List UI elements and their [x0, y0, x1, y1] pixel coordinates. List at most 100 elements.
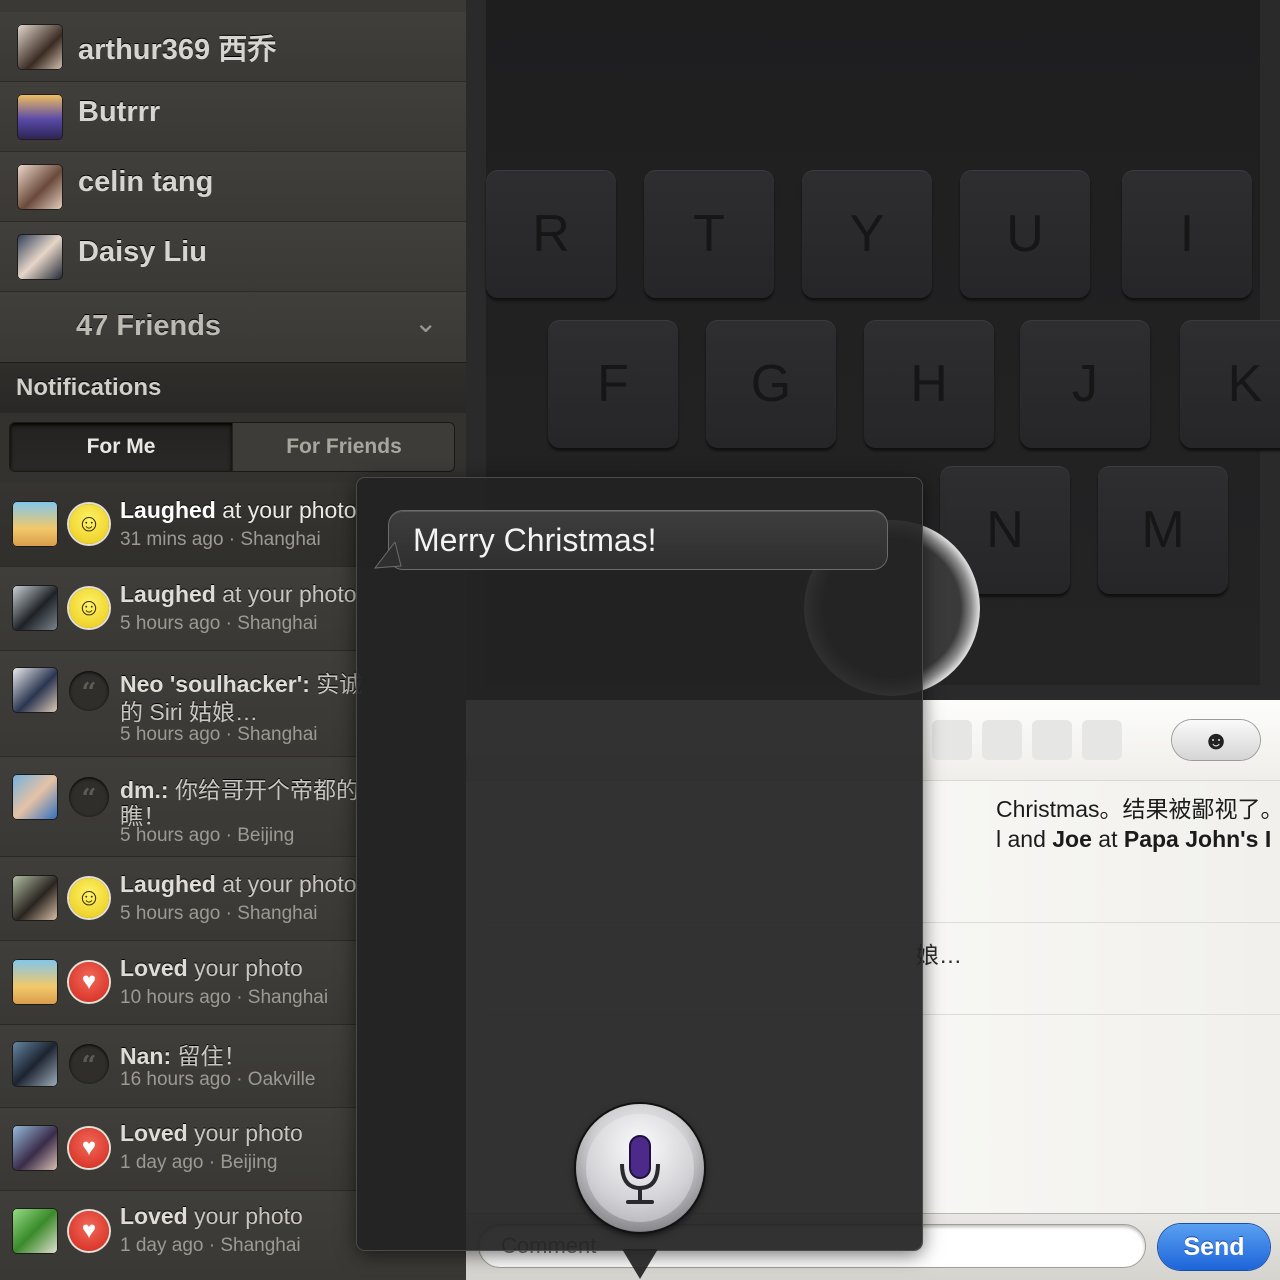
like-avatar [932, 720, 972, 760]
tagged-person[interactable]: Joe [1052, 826, 1092, 852]
avatar [17, 94, 63, 140]
key: M [1098, 466, 1228, 594]
friend-name: Butrrr [78, 96, 161, 128]
avatar [12, 667, 58, 713]
heart-icon: ♥ [69, 1128, 109, 1168]
avatar [12, 875, 58, 921]
comment-tags: l and Joe at Papa John's I [996, 824, 1271, 854]
key: I [1122, 170, 1252, 298]
comment-icon: “ [69, 1044, 109, 1084]
tagged-place[interactable]: Papa John's I [1124, 826, 1271, 852]
notification-text: at your photo [215, 871, 357, 897]
comment-text: 娘… [916, 942, 962, 968]
like-avatar [1082, 720, 1122, 760]
notification-meta: 5 hours ago · Beijing [120, 825, 295, 846]
notification-title: Laughed at your photo [120, 497, 357, 524]
friend-row[interactable]: arthur369 西乔 [0, 12, 466, 82]
notification-meta: 1 day ago · Beijing [120, 1152, 278, 1173]
smiley-icon[interactable]: ☻ [1172, 720, 1260, 760]
avatar [12, 1125, 58, 1171]
friend-row[interactable]: Daisy Liu [0, 222, 466, 292]
laugh-icon: ☺ [69, 878, 109, 918]
notification-title: Laughed at your photo [120, 871, 357, 898]
notification-meta: 10 hours ago · Shanghai [120, 987, 329, 1008]
comment-tag-text: l and [996, 826, 1053, 852]
key: R [486, 170, 616, 298]
notification-text: your photo [187, 1203, 303, 1229]
notifications-header: Notifications [0, 362, 466, 414]
notification-actor: Loved [120, 1120, 188, 1146]
key: U [960, 170, 1090, 298]
comment-icon: “ [69, 777, 109, 817]
heart-icon: ♥ [69, 1211, 109, 1251]
tab-for-friends[interactable]: For Friends [232, 423, 454, 471]
notifications-tab-bar: For Me For Friends [0, 413, 466, 483]
friend-name: celin tang [78, 166, 214, 198]
notification-meta: 5 hours ago · Shanghai [120, 613, 318, 634]
siri-mic-face [586, 1114, 694, 1222]
friend-name: Daisy Liu [78, 236, 207, 268]
friend-row[interactable]: celin tang [0, 152, 466, 222]
notification-actor: Nan: [120, 1043, 172, 1069]
segmented-control: For Me For Friends [10, 423, 454, 471]
notification-meta: 1 day ago · Shanghai [120, 1235, 301, 1256]
notification-title: Loved your photo [120, 1120, 303, 1147]
siri-recognized-text: Merry Christmas! [413, 522, 657, 558]
notification-text: at your photo [215, 581, 357, 607]
notification-actor: Laughed [120, 871, 216, 897]
avatar [12, 774, 58, 820]
comment-tag-text: at [1091, 826, 1124, 852]
key: G [706, 320, 836, 448]
comment-text: Christmas。结果被鄙视了。明 [996, 796, 1280, 822]
send-button[interactable]: Send [1158, 1224, 1270, 1270]
notification-title: Laughed at your photo [120, 581, 357, 608]
notification-title: Nan: 留住！ [120, 1037, 247, 1071]
key: J [1020, 320, 1150, 448]
key: F [548, 320, 678, 448]
like-avatar [982, 720, 1022, 760]
notification-meta: 31 mins ago · Shanghai [120, 529, 321, 550]
speech-bubble-tail [373, 542, 402, 569]
friend-row[interactable]: Butrrr [0, 82, 466, 152]
heart-icon: ♥ [69, 962, 109, 1002]
notification-text-line2: 的 Siri 姑娘… [120, 699, 258, 725]
avatar [12, 585, 58, 631]
siri-speech-bubble[interactable]: Merry Christmas! [389, 511, 887, 569]
notification-title: Loved your photo [120, 1203, 303, 1230]
avatar [17, 24, 63, 70]
tab-for-me[interactable]: For Me [10, 423, 232, 471]
microphone-icon [620, 1135, 660, 1204]
notification-text: at your photo [215, 497, 357, 523]
notification-text: your photo [187, 955, 303, 981]
notification-actor: Laughed [120, 497, 216, 523]
laugh-icon: ☺ [69, 588, 109, 628]
notification-meta: 5 hours ago · Shanghai [120, 724, 318, 745]
notification-meta: 16 hours ago · Oakville [120, 1069, 316, 1090]
friends-expand-row[interactable]: 47 Friends ⌄ [0, 292, 466, 362]
friends-count: 47 Friends [76, 310, 222, 342]
key: H [864, 320, 994, 448]
siri-panel: Merry Christmas! [357, 478, 922, 1250]
notification-text: 实诚 [309, 671, 363, 697]
notification-actor: Laughed [120, 581, 216, 607]
key: K [1180, 320, 1280, 448]
avatar [12, 1208, 58, 1254]
notification-text: your photo [187, 1120, 303, 1146]
notification-meta: 5 hours ago · Shanghai [120, 903, 318, 924]
siri-mic-button[interactable] [576, 1104, 704, 1232]
notifications-title: Notifications [16, 374, 162, 401]
avatar [17, 234, 63, 280]
notification-actor: Loved [120, 955, 188, 981]
notification-title: Loved your photo [120, 955, 303, 982]
notification-actor: Loved [120, 1203, 188, 1229]
siri-panel-pointer [622, 1249, 658, 1279]
chevron-down-icon: ⌄ [414, 307, 438, 338]
friend-name: arthur369 西乔 [78, 34, 277, 66]
avatar [12, 1041, 58, 1087]
like-avatar [1032, 720, 1072, 760]
avatar [12, 501, 58, 547]
avatar [17, 164, 63, 210]
avatar [12, 959, 58, 1005]
key: T [644, 170, 774, 298]
notification-text: 留住！ [171, 1043, 247, 1069]
